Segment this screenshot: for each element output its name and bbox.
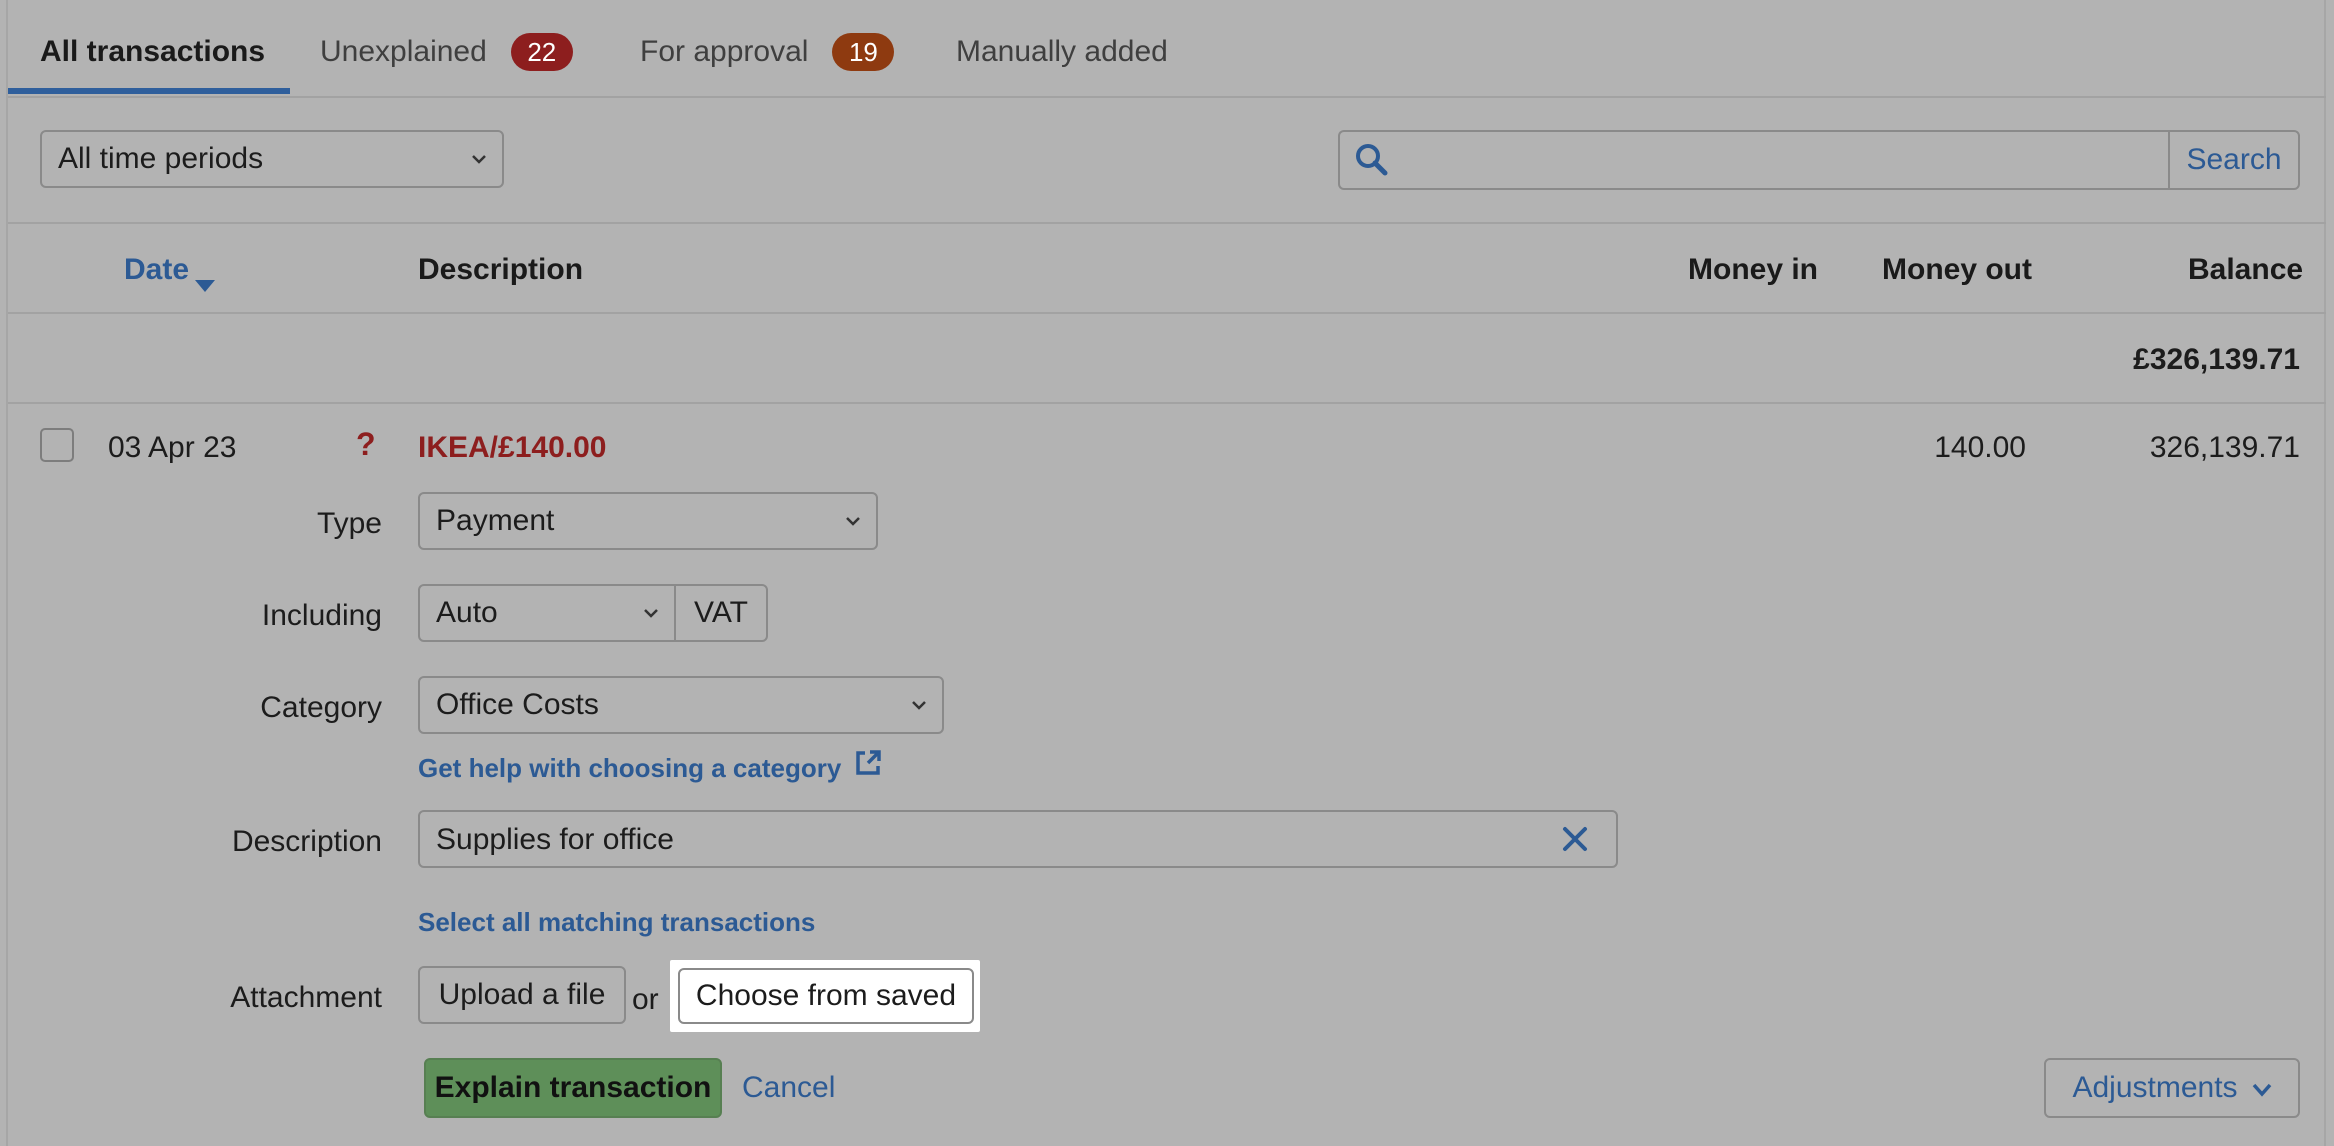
divider — [8, 96, 2326, 98]
category-label: Category — [260, 691, 382, 724]
search-icon — [1354, 142, 1390, 183]
tab-manually-added[interactable]: Manually added — [956, 30, 1168, 74]
category-value: Office Costs — [436, 688, 599, 721]
type-value: Payment — [436, 504, 555, 537]
choose-from-saved-button[interactable]: Choose from saved — [678, 968, 974, 1024]
opening-balance: £326,139.71 — [2133, 343, 2300, 376]
approval-count-badge: 19 — [832, 33, 895, 71]
including-value: Auto — [436, 596, 498, 629]
date-header-label: Date — [124, 253, 190, 286]
chevron-down-icon — [910, 696, 928, 714]
tab-all-transactions[interactable]: All transactions — [40, 30, 265, 74]
description-input[interactable]: Supplies for office — [418, 810, 1618, 868]
search-button[interactable]: Search — [2168, 130, 2300, 190]
clear-icon[interactable] — [1562, 826, 1588, 857]
chevron-down-icon — [642, 604, 660, 622]
divider — [8, 222, 2326, 224]
money-out-column-header: Money out — [1882, 253, 2032, 286]
cancel-link[interactable]: Cancel — [742, 1068, 835, 1108]
unexplained-status-icon: ? — [356, 426, 376, 462]
divider — [8, 312, 2326, 314]
upload-file-button[interactable]: Upload a file — [418, 966, 626, 1024]
vat-addon: VAT — [674, 584, 768, 642]
or-text: or — [632, 983, 659, 1016]
category-select[interactable]: Office Costs — [418, 676, 944, 734]
including-select[interactable]: Auto — [418, 584, 676, 642]
tab-label: Unexplained — [320, 35, 487, 68]
adjustments-label: Adjustments — [2072, 1071, 2238, 1104]
category-help-link[interactable]: Get help with choosing a category — [418, 748, 883, 787]
tab-label: For approval — [640, 35, 809, 68]
description-label: Description — [231, 825, 382, 858]
transaction-description[interactable]: IKEA/£140.00 — [418, 428, 606, 468]
description-value: Supplies for office — [436, 823, 674, 856]
tab-label: Manually added — [956, 35, 1168, 68]
select-matching-link[interactable]: Select all matching transactions — [418, 904, 815, 940]
external-link-icon — [853, 748, 883, 787]
search-input[interactable] — [1400, 138, 2144, 184]
transaction-balance: 326,139.71 — [2149, 431, 2300, 464]
time-period-select[interactable]: All time periods — [40, 130, 504, 188]
type-select[interactable]: Payment — [418, 492, 878, 550]
transactions-panel: All transactions Unexplained 22 For appr… — [6, 0, 2326, 1146]
attachment-label: Attachment — [230, 981, 382, 1014]
tab-unexplained[interactable]: Unexplained 22 — [320, 30, 573, 74]
date-column-header[interactable]: Date — [124, 250, 215, 292]
type-label: Type — [316, 507, 382, 540]
chevron-down-icon — [2252, 1061, 2272, 1115]
active-tab-indicator — [8, 88, 290, 94]
adjustments-button[interactable]: Adjustments — [2044, 1058, 2300, 1118]
transaction-date: 03 Apr 23 — [108, 431, 237, 464]
sort-desc-icon — [194, 264, 216, 304]
time-period-value: All time periods — [58, 142, 264, 175]
chevron-down-icon — [470, 150, 488, 168]
money-in-column-header: Money in — [1688, 253, 1819, 286]
chevron-down-icon — [844, 512, 862, 530]
balance-column-header: Balance — [2188, 253, 2304, 286]
row-select-checkbox[interactable] — [40, 428, 74, 462]
explain-transaction-button[interactable]: Explain transaction — [424, 1058, 722, 1118]
tab-for-approval[interactable]: For approval 19 — [640, 30, 895, 74]
tab-label: All transactions — [40, 35, 266, 68]
description-column-header: Description — [418, 253, 584, 286]
including-label: Including — [261, 599, 382, 632]
search-input-wrapper[interactable] — [1338, 130, 2168, 190]
transaction-money-out: 140.00 — [1934, 431, 2026, 464]
divider — [8, 402, 2326, 404]
unexplained-count-badge: 22 — [510, 33, 573, 71]
category-help-text: Get help with choosing a category — [418, 752, 842, 783]
